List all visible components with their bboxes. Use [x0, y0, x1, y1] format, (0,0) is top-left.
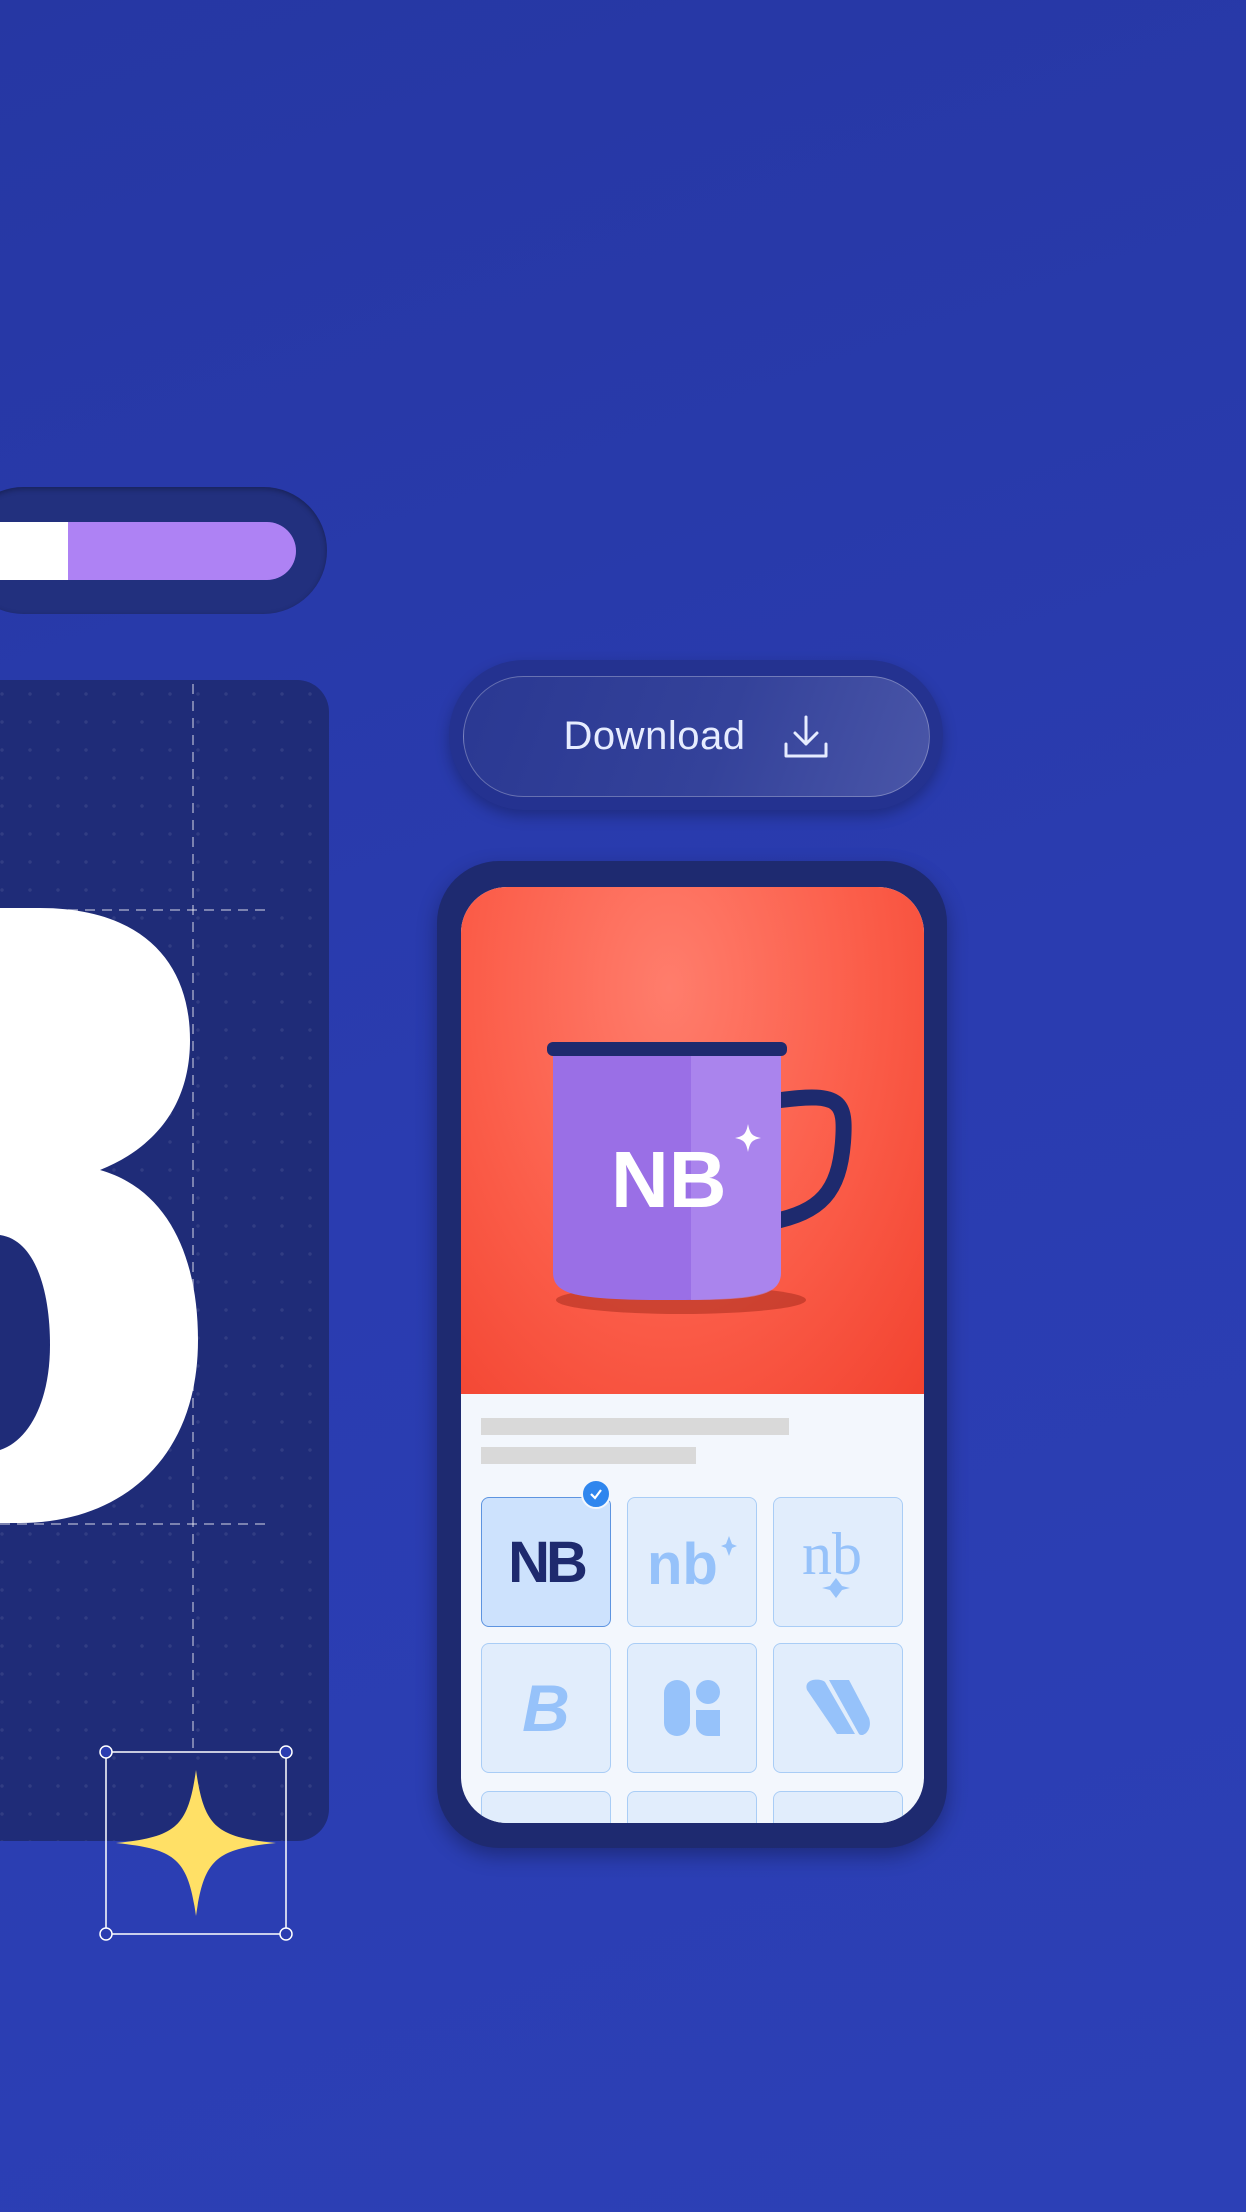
sparkle-star-icon	[116, 1770, 276, 1916]
logo-b-3d: B	[522, 1671, 570, 1745]
logo-option-2[interactable]: nb	[627, 1497, 757, 1627]
logo-nb-serif: nb	[802, 1522, 862, 1598]
logo-option-3[interactable]: nb	[773, 1497, 903, 1627]
mug-preview: NB	[461, 887, 924, 1394]
title-placeholder	[481, 1418, 789, 1435]
selected-check-icon	[581, 1479, 611, 1509]
logo-nb-sparkle: nb	[647, 1532, 737, 1592]
phone-screen: NB NB nb nb B	[461, 887, 924, 1823]
star-selection[interactable]	[96, 1742, 296, 1944]
logo-option-6[interactable]	[773, 1643, 903, 1773]
logo-option-9[interactable]	[773, 1791, 903, 1823]
logo-option-8[interactable]	[627, 1791, 757, 1823]
logo-nb: NB	[508, 1529, 588, 1595]
download-label: Download	[563, 714, 746, 758]
progress-fill	[68, 522, 296, 580]
logo-ni-rounded	[664, 1680, 720, 1736]
logo-option-5[interactable]	[627, 1643, 757, 1773]
subtitle-placeholder	[481, 1447, 696, 1464]
mug-image: NB	[547, 1042, 852, 1314]
resize-handle	[99, 1927, 113, 1941]
big-letter-graphic	[0, 684, 268, 1750]
resize-handle	[279, 1745, 293, 1759]
resize-handle	[279, 1927, 293, 1941]
resize-handle	[99, 1745, 113, 1759]
logo-option-7[interactable]	[481, 1791, 611, 1823]
svg-text:NB: NB	[611, 1135, 727, 1224]
logo-option-1[interactable]: NB	[481, 1497, 611, 1627]
svg-text:nb: nb	[647, 1532, 718, 1592]
download-button[interactable]: Download	[463, 676, 930, 797]
download-icon	[784, 715, 828, 757]
logo-n-stripes	[806, 1679, 870, 1736]
logo-option-4[interactable]: B	[481, 1643, 611, 1773]
svg-text:nb: nb	[802, 1522, 862, 1587]
